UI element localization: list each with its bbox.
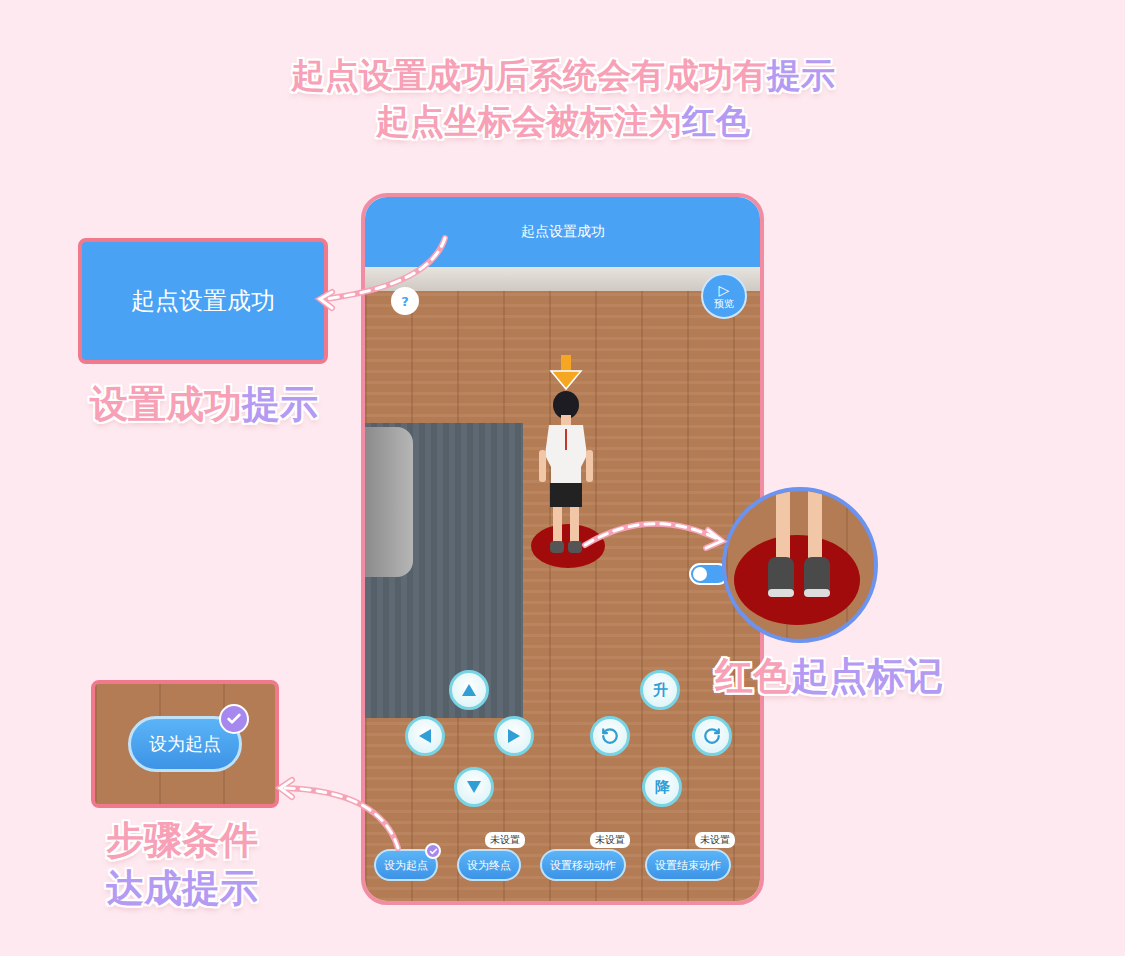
wall: [365, 267, 760, 291]
caption-part: 红色: [715, 654, 791, 698]
arrow-right-icon: [506, 728, 522, 744]
title-line: 起点坐标会被标注为红色: [376, 98, 750, 144]
rotate-left-icon: [601, 727, 619, 745]
tutorial-page: 起点设置成功后系统会有成功有提示起点坐标会被标注为红色起点设置成功?▷预览升降设…: [0, 0, 1125, 956]
raise-button[interactable]: 升: [640, 670, 680, 710]
toast-caption: 设置成功提示: [90, 380, 318, 428]
check-icon: [219, 704, 249, 734]
move-up-button[interactable]: [449, 670, 489, 710]
lower-button[interactable]: 降: [642, 767, 682, 807]
move-left-button[interactable]: [405, 716, 445, 756]
check-icon: [425, 843, 441, 859]
caption-part: 起点坐标会被标注为: [376, 101, 682, 141]
step-button[interactable]: 设为终点未设置: [457, 849, 521, 881]
toast-callout: 起点设置成功: [78, 238, 328, 364]
caption-part: 设置成功: [90, 382, 242, 426]
callout-arrows-icon: [0, 0, 1125, 956]
arrow-up-icon: [461, 682, 477, 698]
caption-part: 提示: [767, 55, 835, 95]
marker-caption: 红色起点标记: [715, 652, 943, 700]
preview-button[interactable]: ▷预览: [701, 273, 747, 319]
rotate-left-button[interactable]: [590, 716, 630, 756]
play-icon: ▷: [719, 283, 730, 297]
caption-part: 红色: [682, 101, 750, 141]
rotate-right-button[interactable]: [692, 716, 732, 756]
step-button[interactable]: 设为起点: [374, 849, 438, 881]
step-button[interactable]: 设置移动动作未设置: [540, 849, 626, 881]
step-caption: 达成提示: [106, 864, 258, 912]
step-callout: 设为起点: [91, 680, 279, 808]
title-line: 起点设置成功后系统会有成功有提示: [291, 52, 835, 98]
rotate-right-icon: [703, 727, 721, 745]
magnified-marker: [734, 535, 860, 625]
move-down-button[interactable]: [454, 767, 494, 807]
caption-part: 达成提示: [106, 866, 258, 910]
legs-icon: [760, 491, 840, 611]
page-title: 起点设置成功后系统会有成功有提示起点坐标会被标注为红色: [291, 0, 835, 144]
step-button[interactable]: 设置结束动作未设置: [645, 849, 731, 881]
phone-screen: 起点设置成功? ▷预览升降设为起点设为终点未设置设置移动动作未设置设置结束动作未设…: [361, 193, 764, 905]
step-badge: 未设置: [485, 832, 525, 848]
step-bar: 设为起点设为终点未设置设置移动动作未设置设置结束动作未设置: [374, 849, 731, 881]
step-caption: 步骤条件: [106, 816, 258, 864]
marker-magnifier: [722, 487, 878, 643]
move-right-button[interactable]: [494, 716, 534, 756]
arrow-down-icon: [466, 779, 482, 795]
status-header: 起点设置成功: [365, 197, 760, 267]
step-badge: 未设置: [590, 832, 630, 848]
character-icon[interactable]: [531, 355, 601, 565]
caption-part: 起点标记: [791, 654, 943, 698]
sofa: [365, 427, 413, 577]
step-badge: 未设置: [695, 832, 735, 848]
toggle-knob: [693, 567, 707, 581]
arrow-left-icon: [417, 728, 433, 744]
caption-part: 步骤条件: [106, 818, 258, 862]
caption-part: 起点设置成功后系统会有成功有: [291, 55, 767, 95]
game-scene[interactable]: ? ▷预览升降设为起点设为终点未设置设置移动动作未设置设置结束动作未设置: [365, 267, 760, 901]
zoomed-step-button: 设为起点: [128, 716, 242, 772]
caption-part: 提示: [242, 382, 318, 426]
help-button[interactable]: ?: [391, 287, 419, 315]
